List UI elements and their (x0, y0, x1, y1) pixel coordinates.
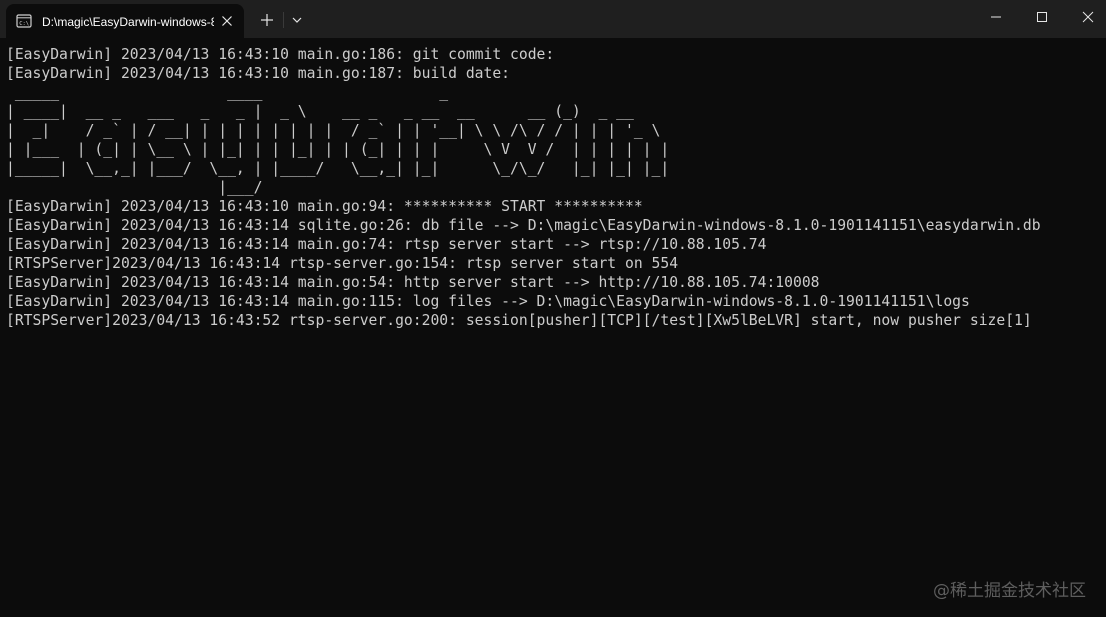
ascii-banner-line: _____ ____ _ (6, 84, 449, 101)
ascii-banner-line: | ____| __ _ ___ _ _ | _ \ __ _ _ __ __ … (6, 103, 634, 120)
console-line: [EasyDarwin] 2023/04/13 16:43:10 main.go… (6, 198, 643, 215)
maximize-button[interactable] (1019, 0, 1065, 34)
maximize-icon (1037, 12, 1047, 22)
console-line: [EasyDarwin] 2023/04/13 16:43:10 main.go… (6, 46, 555, 63)
console-output[interactable]: [EasyDarwin] 2023/04/13 16:43:10 main.go… (6, 45, 1102, 605)
terminal-icon: C:\ (16, 13, 32, 29)
console-line: [RTSPServer]2023/04/13 16:43:14 rtsp-ser… (6, 255, 679, 272)
tab-divider (283, 12, 284, 28)
console-line: [EasyDarwin] 2023/04/13 16:43:14 main.go… (6, 236, 767, 253)
svg-text:C:\: C:\ (19, 21, 29, 27)
minimize-button[interactable] (973, 0, 1019, 34)
tab-title: D:\magic\EasyDarwin-windows-8.1.0-190114… (42, 15, 214, 29)
terminal-tab[interactable]: C:\ D:\magic\EasyDarwin-windows-8.1.0-19… (6, 4, 244, 38)
ascii-banner-line: | |___ | (_| | \__ \ | |_| | | |_| | | (… (6, 141, 670, 158)
ascii-banner-line: |_____| \__,_| |___/ \__, | |____/ \__,_… (6, 160, 670, 177)
title-bar: C:\ D:\magic\EasyDarwin-windows-8.1.0-19… (0, 0, 1106, 38)
watermark: @稀土掘金技术社区 (933, 581, 1086, 601)
close-icon[interactable] (218, 12, 236, 30)
close-window-button[interactable] (1065, 0, 1106, 34)
ascii-banner-line: |___/ (6, 179, 263, 196)
minimize-icon (991, 16, 1001, 18)
chevron-down-icon[interactable] (289, 12, 305, 28)
console-line: [EasyDarwin] 2023/04/13 16:43:14 sqlite.… (6, 217, 1041, 234)
ascii-banner-line: | _| / _` | / __| | | | | | | | | / _` |… (6, 122, 661, 139)
console-line: [EasyDarwin] 2023/04/13 16:43:14 main.go… (6, 293, 970, 310)
console-line: [RTSPServer]2023/04/13 16:43:52 rtsp-ser… (6, 312, 1032, 329)
plus-icon[interactable] (258, 11, 276, 29)
console-line: [EasyDarwin] 2023/04/13 16:43:14 main.go… (6, 274, 820, 291)
console-line: [EasyDarwin] 2023/04/13 16:43:10 main.go… (6, 65, 511, 82)
close-icon (1082, 11, 1094, 23)
